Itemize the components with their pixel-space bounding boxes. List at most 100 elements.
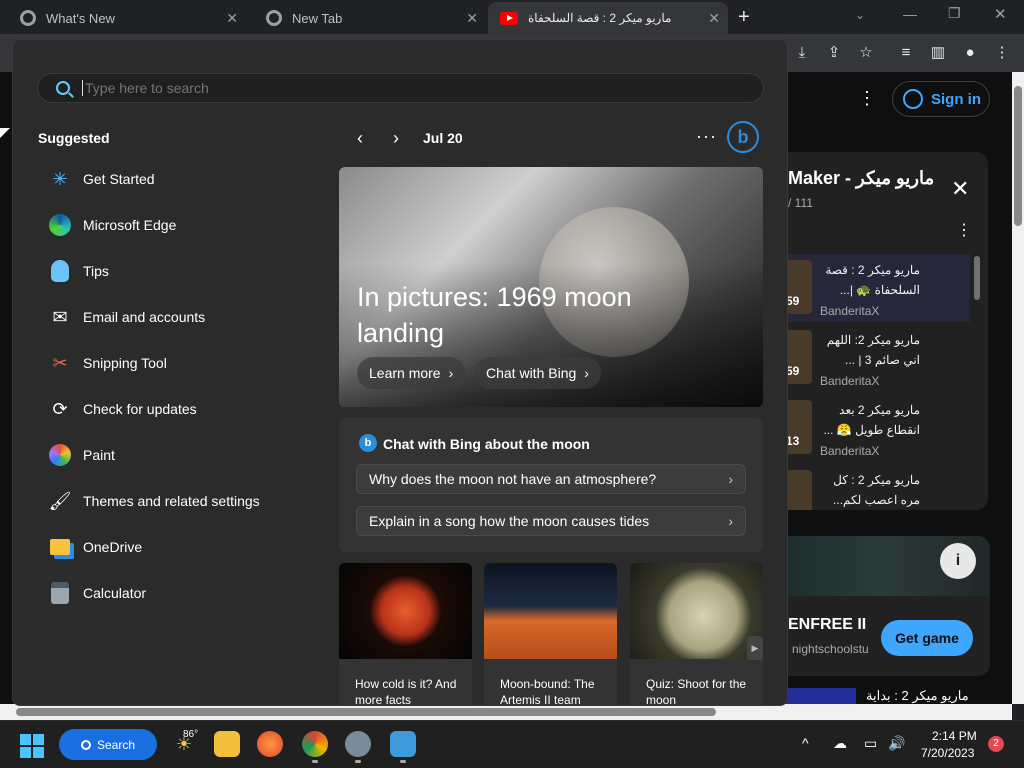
playlist-panel: Maker - ماريو ميكر / 111 ✕ ⋮ 59 ماريو مي… bbox=[770, 152, 988, 510]
playlist-count: / 111 bbox=[788, 196, 813, 210]
search-input[interactable] bbox=[82, 80, 682, 96]
playlist-item[interactable]: 13 ماريو ميكر 2 بعد انقطاع طويل 😤 ... Ba… bbox=[770, 394, 970, 462]
playlist-item[interactable]: 59 ماريو ميكر 2 : قصة السلحفاة 🐢 |... Ba… bbox=[770, 254, 970, 322]
video-thumbnail bbox=[784, 470, 812, 510]
info-icon[interactable]: i bbox=[940, 543, 976, 579]
clock-date[interactable]: 7/20/2023 bbox=[921, 746, 974, 760]
chat-question[interactable]: Why does the moon not have an atmosphere… bbox=[356, 464, 746, 494]
remote-desktop-icon[interactable] bbox=[390, 731, 416, 757]
close-icon[interactable]: ✕ bbox=[708, 10, 720, 27]
moon-tree-image bbox=[630, 563, 763, 659]
news-card[interactable]: Moon-bound: The Artemis II team bbox=[484, 563, 617, 705]
install-icon[interactable]: ⤓ bbox=[793, 44, 811, 62]
chat-card-title: Chat with Bing about the moon bbox=[383, 436, 590, 452]
app-email-accounts[interactable]: ✉ Email and accounts bbox=[47, 302, 205, 332]
previous-arrow-icon[interactable]: ‹ bbox=[351, 128, 369, 149]
app-onedrive[interactable]: OneDrive bbox=[47, 532, 142, 562]
channel-name: BanderitaX bbox=[820, 444, 880, 458]
scrollbar-thumb[interactable] bbox=[1014, 86, 1022, 226]
sign-in-button[interactable]: Sign in bbox=[892, 81, 990, 117]
app-check-updates[interactable]: ⟳ Check for updates bbox=[47, 394, 196, 424]
bookmark-star-icon[interactable]: ☆ bbox=[857, 44, 875, 62]
get-started-icon: ✳ bbox=[52, 168, 68, 189]
app-get-started[interactable]: ✳ Get Started bbox=[47, 164, 154, 194]
taskbar-search-button[interactable]: Search bbox=[59, 729, 157, 760]
video-title: ماريو ميكر 2: اللهم اني صائم 3 | ... bbox=[826, 333, 920, 367]
share-icon[interactable]: ⇪ bbox=[825, 44, 843, 62]
close-icon[interactable]: ✕ bbox=[226, 10, 238, 27]
running-indicator bbox=[355, 760, 361, 763]
ad-site: nightschoolstu bbox=[792, 642, 869, 656]
snipping-tool-icon: ✂ bbox=[52, 352, 68, 373]
firefox-icon[interactable] bbox=[257, 731, 283, 757]
app-paint[interactable]: Paint bbox=[47, 440, 115, 470]
learn-more-label: Learn more bbox=[369, 365, 441, 381]
playlist-scrollbar[interactable] bbox=[974, 256, 980, 300]
clock-time[interactable]: 2:14 PM bbox=[932, 729, 977, 743]
next-cards-icon[interactable]: ▶ bbox=[747, 636, 763, 660]
channel-name: BanderitaX bbox=[820, 374, 880, 388]
app-tips[interactable]: Tips bbox=[47, 256, 109, 286]
minimize-icon[interactable]: — bbox=[903, 6, 917, 22]
profile-icon[interactable]: ● bbox=[961, 44, 979, 62]
settings-gear-icon[interactable] bbox=[345, 731, 371, 757]
display-icon[interactable]: ▭ bbox=[864, 735, 877, 752]
news-card[interactable]: How cold is it? And more facts bbox=[339, 563, 472, 705]
chevron-right-icon: › bbox=[728, 471, 733, 487]
tab-whats-new[interactable]: What's New ✕ bbox=[0, 2, 246, 34]
chevron-up-icon[interactable]: ^ bbox=[802, 735, 809, 751]
new-tab-button[interactable]: + bbox=[738, 6, 750, 29]
chat-with-bing-button[interactable]: Chat with Bing › bbox=[474, 357, 601, 389]
tab-youtube[interactable]: ماريو ميكر 2 : قصة السلحفاة ✕ bbox=[488, 2, 728, 34]
astronauts-image bbox=[484, 563, 617, 659]
news-card[interactable]: Quiz: Shoot for the moon bbox=[630, 563, 763, 705]
tab-title: New Tab bbox=[292, 10, 343, 26]
chat-question[interactable]: Explain in a song how the moon causes ti… bbox=[356, 506, 746, 536]
media-control-icon[interactable]: ≡ bbox=[897, 44, 915, 62]
get-game-button[interactable]: Get game bbox=[881, 620, 973, 656]
close-icon[interactable]: ✕ bbox=[466, 10, 478, 27]
youtube-menu-icon[interactable]: ⋮ bbox=[858, 88, 876, 109]
app-snipping-tool[interactable]: ✂ Snipping Tool bbox=[47, 348, 166, 378]
email-icon: ✉ bbox=[52, 306, 68, 327]
app-label: OneDrive bbox=[83, 539, 143, 555]
video-title: ماريو ميكر 2 : كل مره اعصب لكم... bbox=[833, 473, 920, 507]
windows-start-icon[interactable] bbox=[20, 734, 44, 758]
app-microsoft-edge[interactable]: Microsoft Edge bbox=[47, 210, 176, 240]
volume-icon[interactable]: 🔊 bbox=[888, 735, 905, 752]
tab-new-tab[interactable]: New Tab ✕ bbox=[246, 2, 486, 34]
restore-icon[interactable]: ❐ bbox=[948, 5, 961, 22]
tab-search-icon[interactable]: ⌄ bbox=[855, 8, 865, 22]
hero-card[interactable]: In pictures: 1969 moon landing Learn mor… bbox=[339, 167, 763, 407]
playlist-menu-icon[interactable]: ⋮ bbox=[956, 220, 972, 240]
file-explorer-icon[interactable] bbox=[214, 731, 240, 757]
app-themes-settings[interactable]: 🖌 Themes and related settings bbox=[47, 486, 260, 516]
bing-icon[interactable]: b bbox=[727, 121, 759, 153]
search-box[interactable] bbox=[37, 73, 764, 103]
notification-badge[interactable]: 2 bbox=[988, 736, 1004, 752]
app-calculator[interactable]: Calculator bbox=[47, 578, 146, 608]
side-panel-icon[interactable]: ▥ bbox=[929, 44, 947, 62]
browser-menu-icon[interactable]: ⋮ bbox=[993, 44, 1011, 62]
playlist-item[interactable]: 59 ماريو ميكر 2: اللهم اني صائم 3 | ... … bbox=[770, 324, 970, 392]
learn-more-button[interactable]: Learn more › bbox=[357, 357, 466, 389]
next-arrow-icon[interactable]: › bbox=[387, 128, 405, 149]
tab-title: What's New bbox=[46, 10, 115, 26]
video-duration: 13 bbox=[786, 434, 800, 448]
scrollbar-thumb[interactable] bbox=[16, 708, 716, 716]
playlist-item[interactable]: ماريو ميكر 2 : كل مره اعصب لكم... bbox=[770, 464, 970, 510]
tips-icon bbox=[47, 258, 73, 284]
chevron-right-icon: › bbox=[448, 365, 454, 381]
more-options-icon[interactable]: ··· bbox=[696, 126, 717, 147]
window-close-icon[interactable]: ✕ bbox=[994, 5, 1007, 23]
calculator-icon bbox=[47, 580, 73, 606]
hero-title: In pictures: 1969 moon landing bbox=[357, 282, 632, 348]
chrome-taskbar-icon[interactable] bbox=[302, 731, 328, 757]
video-thumbnail[interactable] bbox=[786, 688, 856, 704]
running-indicator bbox=[400, 760, 406, 763]
app-label: Email and accounts bbox=[83, 309, 206, 325]
search-icon bbox=[56, 81, 70, 95]
video-title[interactable]: ماريو ميكر 2 : بداية bbox=[866, 688, 969, 704]
close-playlist-icon[interactable]: ✕ bbox=[951, 176, 969, 202]
network-off-icon[interactable]: ☁ bbox=[833, 735, 847, 752]
